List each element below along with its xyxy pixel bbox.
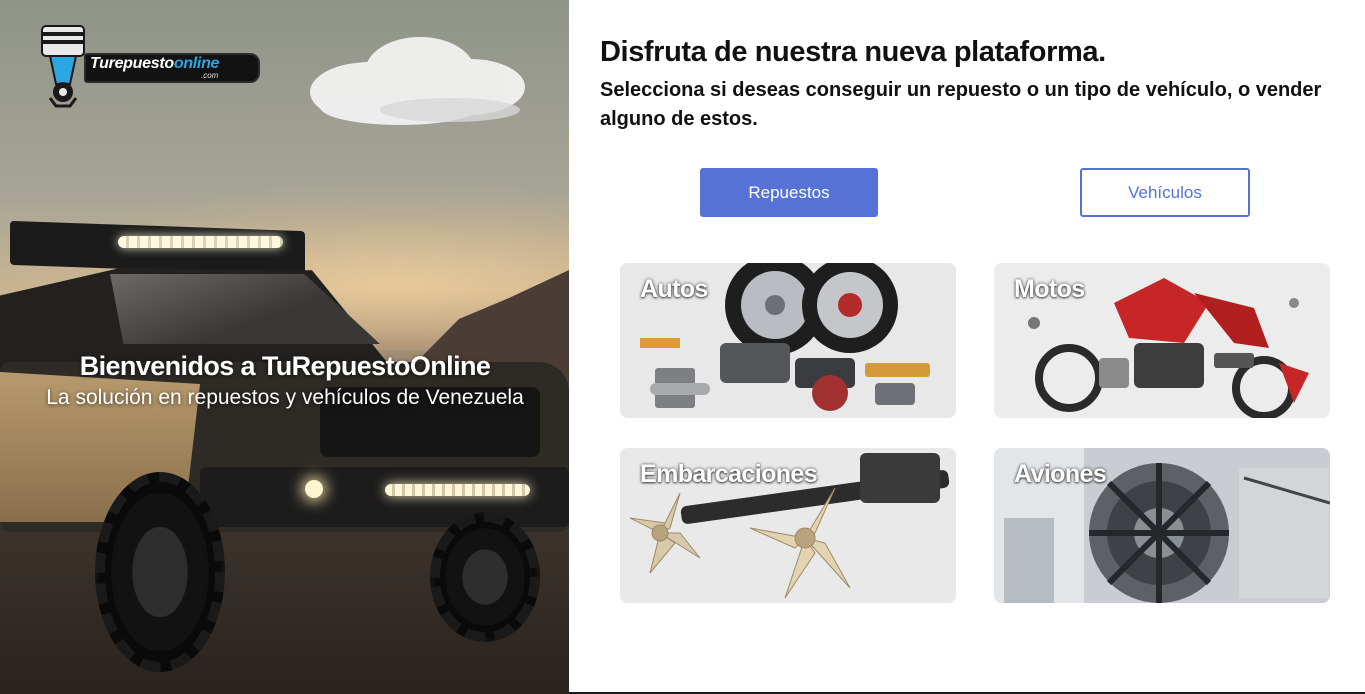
page-title: Disfruta de nuestra nueva plataforma.	[600, 36, 1106, 68]
category-card-autos[interactable]: Autos	[620, 263, 956, 418]
truck-image	[0, 220, 569, 682]
category-label: Aviones	[1014, 460, 1107, 488]
truck-roof-rack	[10, 220, 305, 276]
logo-domain: .com	[201, 71, 219, 80]
logo-text: Turepuestoonline	[90, 55, 220, 72]
category-label: Motos	[1014, 275, 1085, 303]
category-label: Autos	[640, 275, 708, 303]
hero-text-block: Bienvenidos a TuRepuestoOnline La soluci…	[40, 350, 530, 410]
truck-front-wheel	[95, 472, 225, 672]
cloud-image	[310, 37, 525, 125]
category-card-motos[interactable]: Motos	[994, 263, 1330, 418]
truck-rear-wheel	[430, 512, 540, 642]
hero-panel: Turepuestoonline .com Bienvenidos a TuRe…	[0, 0, 569, 694]
truck-windshield	[110, 274, 380, 344]
repuestos-button[interactable]: Repuestos	[700, 168, 878, 217]
main-content: Disfruta de nuestra nueva plataforma. Se…	[569, 0, 1365, 694]
category-label: Embarcaciones	[640, 460, 818, 488]
truck-roof-light	[118, 236, 283, 248]
truck-bumper	[200, 467, 569, 527]
truck-fog-light	[305, 480, 323, 498]
page-subtitle: Selecciona si deseas conseguir un repues…	[600, 79, 1322, 130]
hero-title: Bienvenidos a TuRepuestoOnline	[79, 351, 491, 381]
hero-subtitle: La solución en repuestos y vehículos de …	[46, 386, 524, 409]
site-logo[interactable]: Turepuestoonline .com	[28, 22, 260, 108]
vehiculos-button[interactable]: Vehículos	[1080, 168, 1250, 217]
category-card-embarcaciones[interactable]: Embarcaciones	[620, 448, 956, 603]
category-card-aviones[interactable]: Aviones	[994, 448, 1330, 603]
truck-bumper-light	[385, 484, 530, 496]
